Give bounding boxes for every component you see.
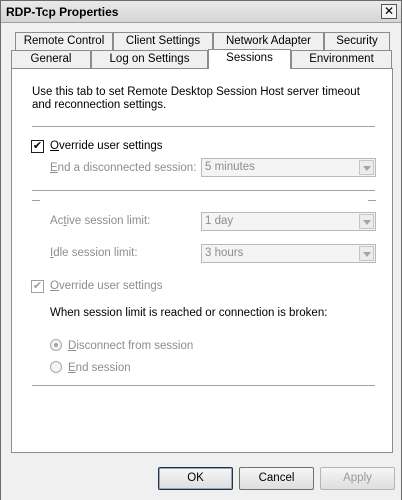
sessions-panel: Use this tab to set Remote Desktop Sessi… [11,68,393,453]
separator [32,385,375,387]
end-disconnected-session-label: End a disconnected session: [50,162,197,174]
tab-remote-control[interactable]: Remote Control [15,32,113,50]
override-user-settings-label-2: Override user settings [50,280,163,292]
sessions-description: Use this tab to set Remote Desktop Sessi… [32,86,360,111]
disconnect-from-session-label: Disconnect from session [68,340,194,352]
active-session-limit-select[interactable]: 1 day [201,212,376,231]
chevron-down-icon[interactable] [359,214,374,229]
end-disconnected-session-value: 5 minutes [205,161,255,173]
title-bar: RDP-Tcp Properties ✕ [1,1,401,23]
end-session-label: End session [68,362,131,374]
tab-client-settings[interactable]: Client Settings [113,32,213,50]
override-user-settings-checkbox-1[interactable]: ✔ [31,140,44,153]
separator-edge [368,200,376,202]
idle-session-limit-select[interactable]: 3 hours [201,244,376,263]
separator [32,190,375,192]
tab-security[interactable]: Security [324,32,390,50]
active-session-limit-label: Active session limit: [50,215,151,227]
disconnect-from-session-radio[interactable] [50,339,62,351]
idle-session-limit-label: Idle session limit: [50,247,138,259]
separator [32,126,375,128]
separator-edge [32,200,40,202]
close-icon[interactable]: ✕ [381,4,397,19]
override-user-settings-checkbox-2[interactable]: ✔ [31,280,44,293]
tab-log-on-settings[interactable]: Log on Settings [91,50,208,68]
apply-button[interactable]: Apply [320,467,395,490]
tab-environment[interactable]: Environment [291,50,392,68]
override-user-settings-label-1: Override user settings [50,140,163,152]
chevron-down-icon[interactable] [359,160,374,175]
session-limit-action-text: When session limit is reached or connect… [50,307,328,319]
ok-button[interactable]: OK [158,467,233,490]
tab-general[interactable]: General [11,50,91,68]
cancel-button[interactable]: Cancel [239,467,314,490]
tab-sessions[interactable]: Sessions [208,49,291,69]
chevron-down-icon[interactable] [359,246,374,261]
window-title: RDP-Tcp Properties [6,5,119,19]
properties-dialog: RDP-Tcp Properties ✕ Remote Control Clie… [0,0,402,500]
idle-session-limit-value: 3 hours [205,247,244,259]
tab-network-adapter[interactable]: Network Adapter [213,32,324,50]
end-disconnected-session-select[interactable]: 5 minutes [201,158,376,177]
active-session-limit-value: 1 day [205,215,234,227]
end-session-radio[interactable] [50,361,62,373]
